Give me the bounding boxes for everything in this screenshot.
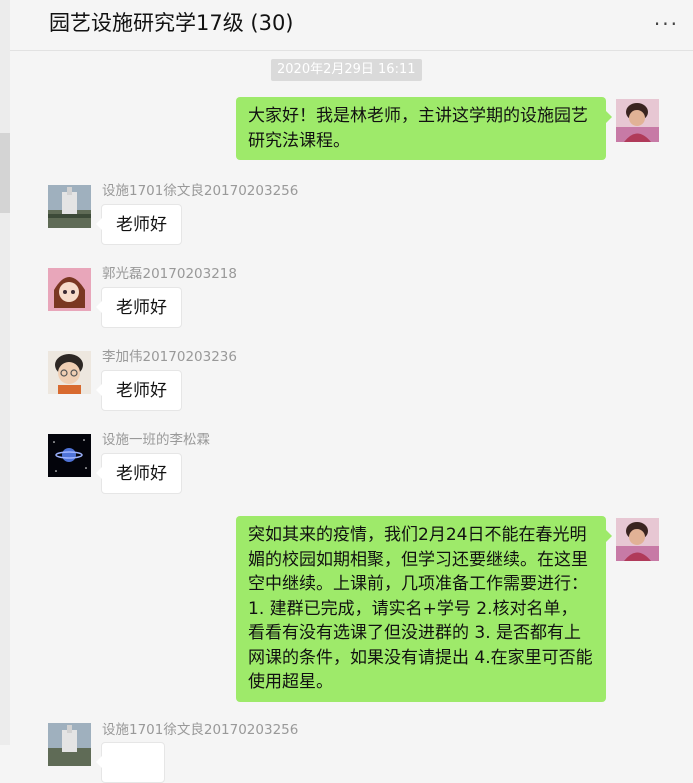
message-bubble[interactable]: 大家好！我是林老师，主讲这学期的设施园艺研究法课程。 bbox=[236, 97, 612, 160]
message-bubble[interactable] bbox=[96, 742, 165, 783]
message-bubble[interactable]: 突如其来的疫情，我们2月24日不能在春光明媚的校园如期相聚，但学习还要继续。在这… bbox=[236, 516, 612, 702]
avatar[interactable] bbox=[48, 434, 91, 477]
sender-name: 设施一班的李松霖 bbox=[102, 432, 210, 448]
sender-name: 设施1701徐文良20170203256 bbox=[102, 722, 299, 738]
sender-name: 郭光磊20170203218 bbox=[102, 266, 237, 282]
avatar[interactable] bbox=[48, 268, 91, 311]
scrollbar-thumb[interactable] bbox=[0, 133, 10, 213]
more-dots-icon[interactable]: ··· bbox=[654, 12, 679, 36]
message-bubble[interactable]: 老师好 bbox=[96, 453, 182, 494]
side-scrollbar[interactable] bbox=[0, 0, 10, 745]
chat-title: 园艺设施研究学17级 (30) bbox=[49, 11, 294, 35]
sender-name: 设施1701徐文良20170203256 bbox=[102, 183, 299, 199]
chat-header: 园艺设施研究学17级 (30) ··· bbox=[10, 0, 693, 51]
avatar[interactable] bbox=[48, 351, 91, 394]
avatar[interactable] bbox=[48, 185, 91, 228]
message-bubble[interactable]: 老师好 bbox=[96, 204, 182, 245]
message-bubble[interactable]: 老师好 bbox=[96, 287, 182, 328]
sender-name: 李加伟20170203236 bbox=[102, 349, 237, 365]
avatar[interactable] bbox=[616, 99, 659, 142]
timestamp: 2020年2月29日 16:11 bbox=[271, 59, 422, 81]
message-bubble[interactable]: 老师好 bbox=[96, 370, 182, 411]
avatar[interactable] bbox=[616, 518, 659, 561]
